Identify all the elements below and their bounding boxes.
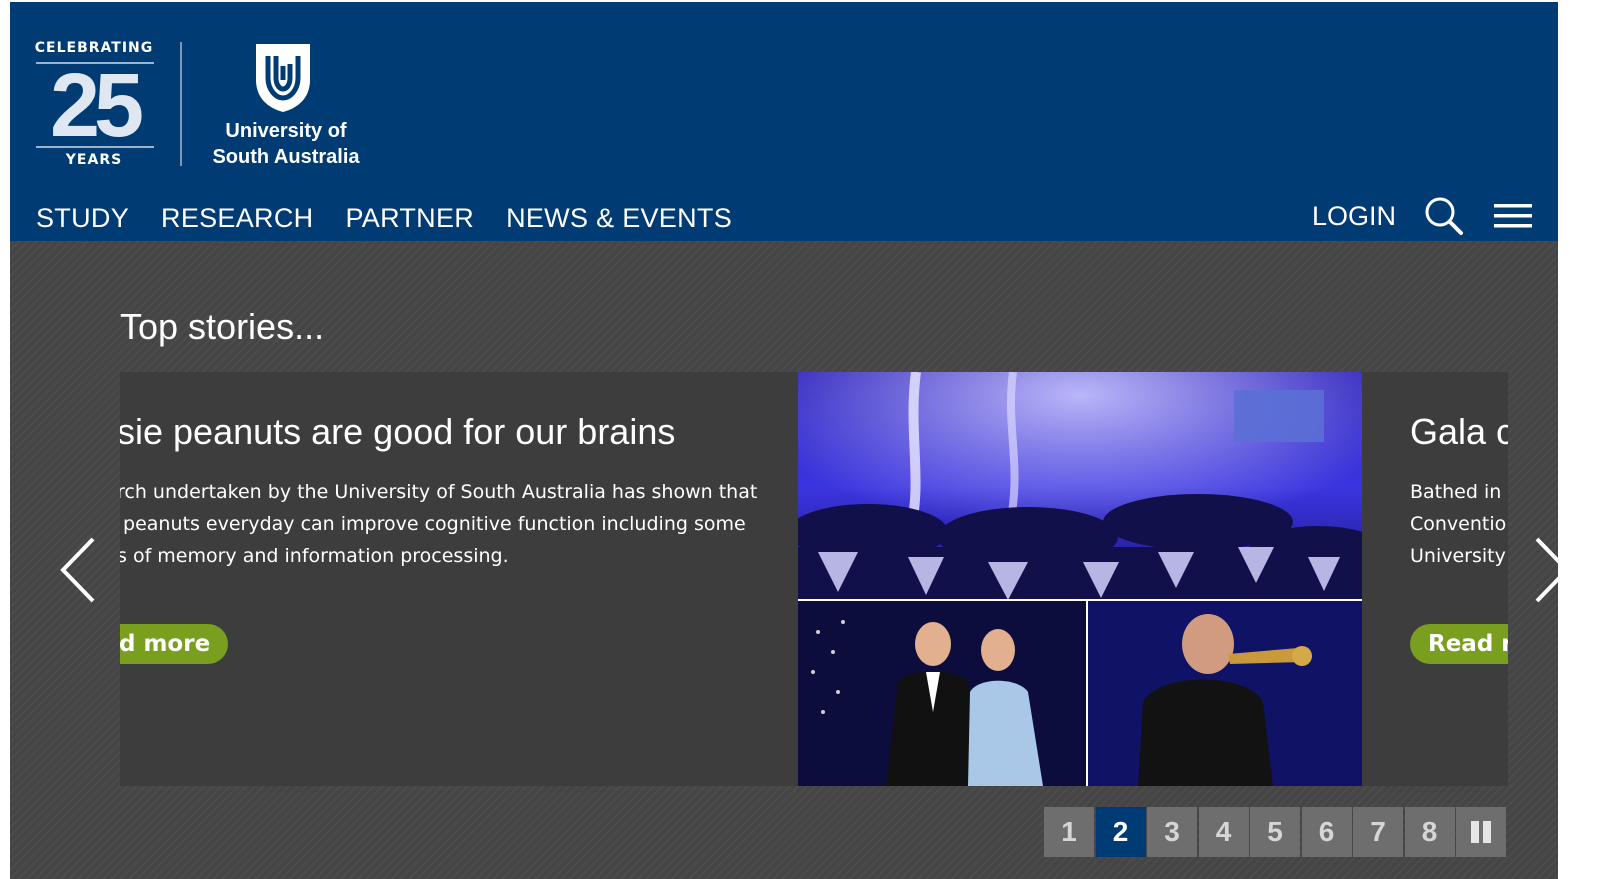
next-story-headline[interactable]: Gala c <box>1410 410 1508 454</box>
pager-page-5[interactable]: 5 <box>1250 807 1300 857</box>
pager-page-6[interactable]: 6 <box>1301 807 1352 857</box>
read-more-button[interactable]: d more <box>120 624 229 664</box>
next-story-summary: Bathed in Conventio University <box>1410 476 1506 572</box>
top-stories-section: Top stories... sie peanuts are good for … <box>10 241 1570 879</box>
pause-bar <box>1483 821 1491 843</box>
nav-study[interactable]: STUDY <box>36 200 129 236</box>
hamburger-menu-icon[interactable] <box>1494 201 1532 231</box>
story-summary-line: rch undertaken by the University of Sout… <box>120 481 758 503</box>
carousel-pager: 1 2 3 4 5 6 7 8 <box>1044 807 1506 857</box>
next-story-summary-line: University <box>1410 545 1506 567</box>
badge-rule-bottom <box>36 146 154 148</box>
badge-top-text: CELEBRATING <box>34 40 154 56</box>
login-link[interactable]: LOGIN <box>1312 198 1396 234</box>
university-name-line1: University of <box>225 120 347 142</box>
main-nav: STUDY RESEARCH PARTNER NEWS & EVENTS <box>36 200 764 236</box>
pager-page-3[interactable]: 3 <box>1147 807 1197 857</box>
story-carousel: sie peanuts are good for our brains rch … <box>120 372 1508 786</box>
next-story-summary-line: Bathed in <box>1410 481 1502 503</box>
pager-page-2[interactable]: 2 <box>1095 807 1146 857</box>
next-story-summary-line: Conventio <box>1410 513 1507 535</box>
story-headline[interactable]: sie peanuts are good for our brains <box>120 410 675 454</box>
chevron-left-icon[interactable] <box>60 537 96 603</box>
university-wordmark[interactable]: University of South Australia <box>196 118 376 170</box>
nav-news-events[interactable]: NEWS & EVENTS <box>506 200 732 236</box>
story-image[interactable] <box>798 372 1362 786</box>
next-read-more-button[interactable]: Read r <box>1410 624 1508 664</box>
search-icon[interactable] <box>1424 196 1464 236</box>
story-summary-line: s of memory and information processing. <box>120 545 509 567</box>
site-header: CELEBRATING 25 YEARS University of South… <box>10 0 1558 241</box>
logo-divider <box>180 42 182 166</box>
story-summary: rch undertaken by the University of Sout… <box>120 476 777 572</box>
badge-number: 25 <box>49 56 144 156</box>
celebrating-25-years-badge[interactable]: CELEBRATING 25 YEARS <box>34 40 154 170</box>
badge-bottom-text: YEARS <box>65 152 123 168</box>
nav-research[interactable]: RESEARCH <box>161 200 313 236</box>
utility-nav: LOGIN <box>1312 196 1532 236</box>
pause-bar <box>1471 821 1479 843</box>
story-summary-line: peanuts everyday can improve cognitive f… <box>120 513 746 535</box>
university-crest-icon[interactable] <box>254 42 312 112</box>
pager-page-4[interactable]: 4 <box>1198 807 1249 857</box>
nav-partner[interactable]: PARTNER <box>345 200 474 236</box>
pager-page-8[interactable]: 8 <box>1404 807 1455 857</box>
pager-page-1[interactable]: 1 <box>1044 807 1094 857</box>
pager-page-7[interactable]: 7 <box>1353 807 1403 857</box>
page: CELEBRATING 25 YEARS University of South… <box>10 0 1599 879</box>
pause-icon[interactable] <box>1456 807 1506 857</box>
chevron-right-icon[interactable] <box>1534 537 1570 603</box>
top-stories-title: Top stories... <box>120 306 325 347</box>
university-name-line2: South Australia <box>212 146 360 168</box>
